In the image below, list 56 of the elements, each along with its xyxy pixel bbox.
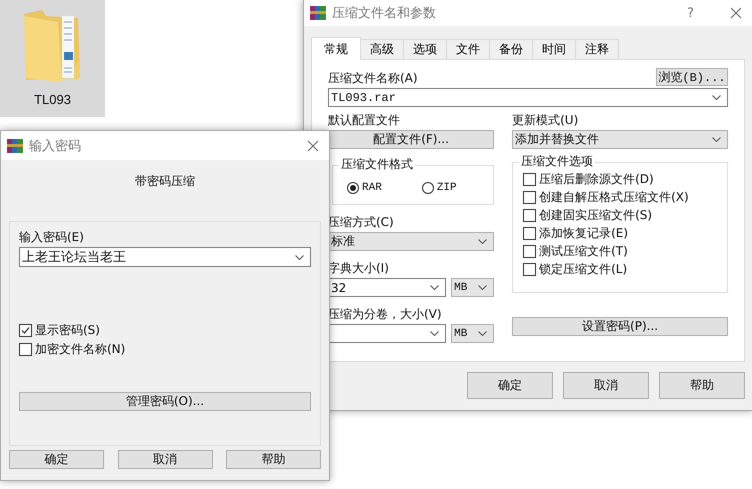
unit-combo[interactable]: MB: [451, 324, 494, 343]
dialog-heading: 带密码压缩: [135, 173, 195, 190]
field-label: 默认配置文件: [328, 113, 401, 128]
checkbox[interactable]: [19, 343, 32, 356]
manage-passwords-button[interactable]: 管理密码(O)...: [19, 392, 311, 411]
checkbox[interactable]: [19, 324, 32, 337]
checkbox[interactable]: [523, 173, 536, 186]
group-title: 压缩文件格式: [339, 157, 415, 172]
field-label: 更新模式(U): [512, 113, 580, 128]
update-mode-combo[interactable]: 添加并替换文件: [512, 130, 728, 149]
tab[interactable]: 注释: [575, 39, 619, 59]
password-combo[interactable]: 上老王论坛当老王: [19, 247, 311, 267]
group-title: 压缩文件选项: [519, 154, 596, 169]
checkbox-label: 压缩后删除源文件(D): [539, 172, 654, 187]
close-icon[interactable]: [730, 7, 742, 19]
checkbox-label: 添加恢复记录(E): [539, 226, 628, 241]
help-button[interactable]: 帮助: [226, 450, 321, 469]
radio-button[interactable]: [347, 182, 359, 194]
method-combo[interactable]: 标准: [328, 232, 494, 251]
tab[interactable]: 常规: [311, 37, 361, 60]
checkbox[interactable]: [523, 263, 536, 276]
radio-label: ZIP: [436, 182, 457, 194]
checkbox-label: 显示密码(S): [35, 323, 100, 338]
close-icon[interactable]: [307, 140, 319, 152]
checkbox-label: 创建固实压缩文件(S): [539, 208, 652, 223]
field-label: 输入密码(E): [19, 230, 85, 245]
field-label: 压缩文件名称(A): [328, 71, 418, 86]
app-icon: [310, 6, 326, 20]
window-title: 压缩文件名和参数: [332, 5, 436, 22]
ok-button[interactable]: 确定: [9, 450, 104, 469]
radio-label: RAR: [362, 182, 382, 194]
folder-name: TL093: [34, 92, 71, 107]
cancel-button[interactable]: 取消: [563, 372, 649, 399]
cancel-button[interactable]: 取消: [118, 450, 212, 469]
help-icon[interactable]: ?: [687, 6, 694, 20]
profiles-button[interactable]: 配置文件(F)...: [328, 130, 494, 149]
checkbox-label: 测试压缩文件(T): [539, 244, 628, 259]
app-icon: [7, 138, 23, 152]
checkbox[interactable]: [523, 209, 536, 222]
checkbox[interactable]: [523, 227, 536, 240]
checkbox-label: 锁定压缩文件(L): [539, 262, 628, 277]
checkbox[interactable]: [523, 191, 536, 204]
radio-button[interactable]: [422, 182, 434, 194]
set-password-button[interactable]: 设置密码(P)...: [512, 317, 728, 336]
window-title: 输入密码: [29, 138, 81, 154]
ok-button[interactable]: 确定: [467, 372, 553, 399]
checkbox-label: 创建自解压格式压缩文件(X): [539, 190, 689, 205]
dictionary-combo[interactable]: 32: [328, 278, 446, 297]
help-button[interactable]: 帮助: [659, 372, 745, 399]
unit-combo[interactable]: MB: [451, 278, 494, 297]
checkbox-label: 加密文件名称(N): [35, 342, 126, 357]
browse-button[interactable]: 浏览(B)...: [656, 68, 728, 86]
checkbox[interactable]: [523, 245, 536, 258]
filename-combo[interactable]: TL093.rar: [328, 88, 728, 107]
volume-size-combo[interactable]: [328, 324, 446, 343]
folder-tile[interactable]: TL093: [0, 0, 105, 117]
